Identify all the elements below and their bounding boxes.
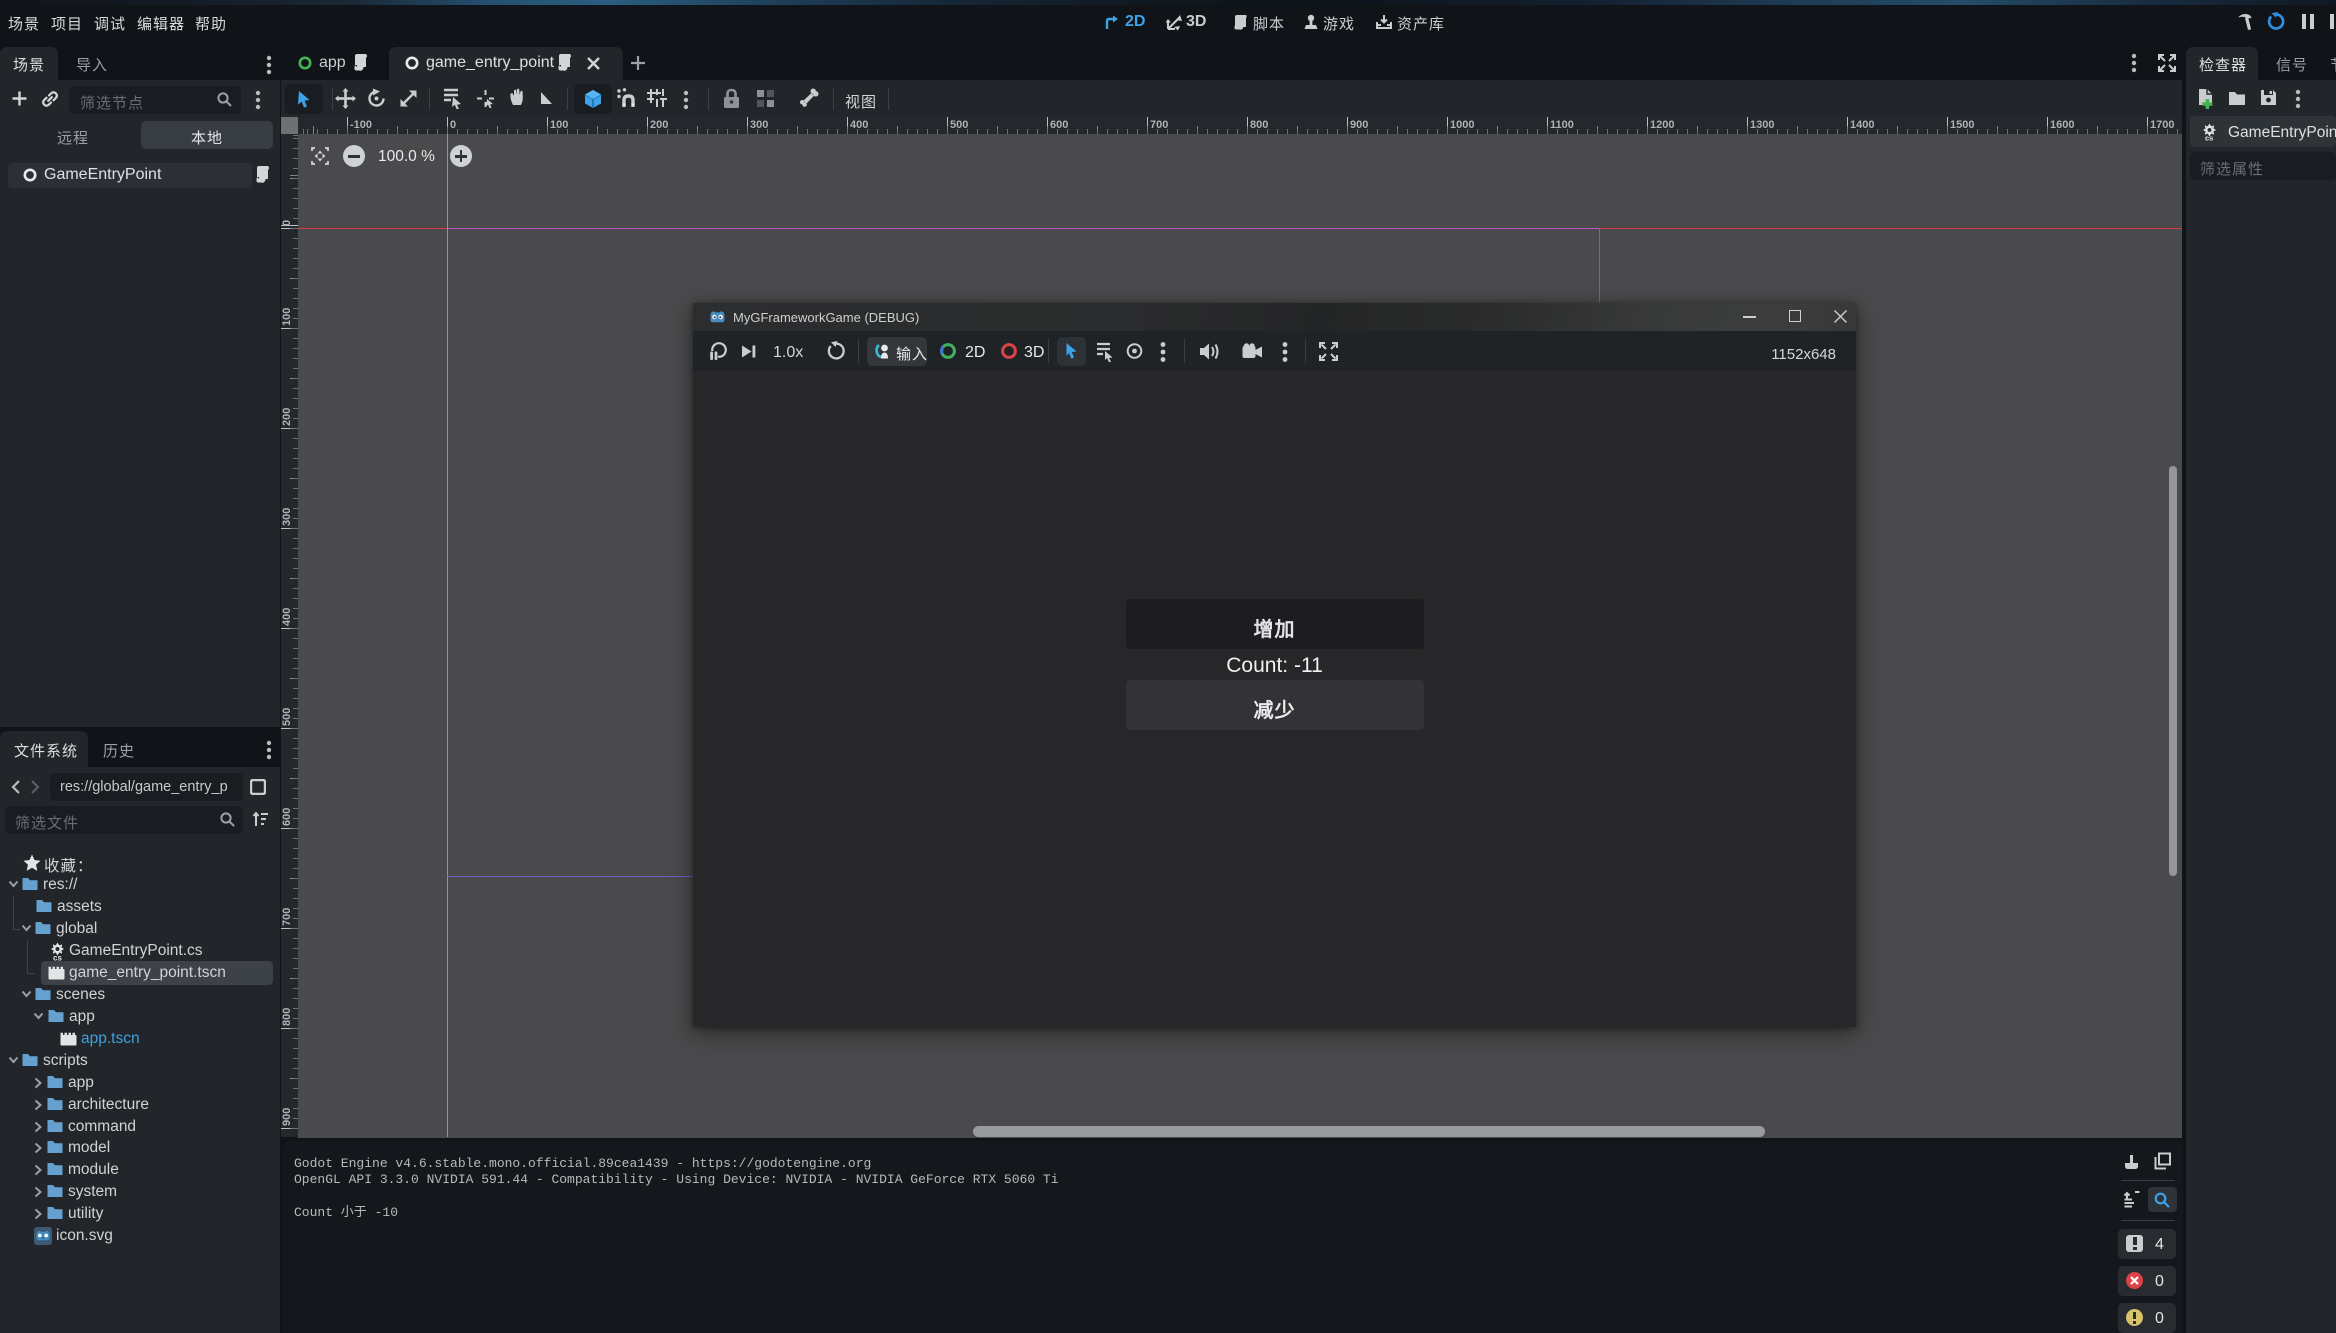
svg-text:cs: cs — [53, 954, 62, 962]
svg-text:cs: cs — [2205, 134, 2213, 142]
